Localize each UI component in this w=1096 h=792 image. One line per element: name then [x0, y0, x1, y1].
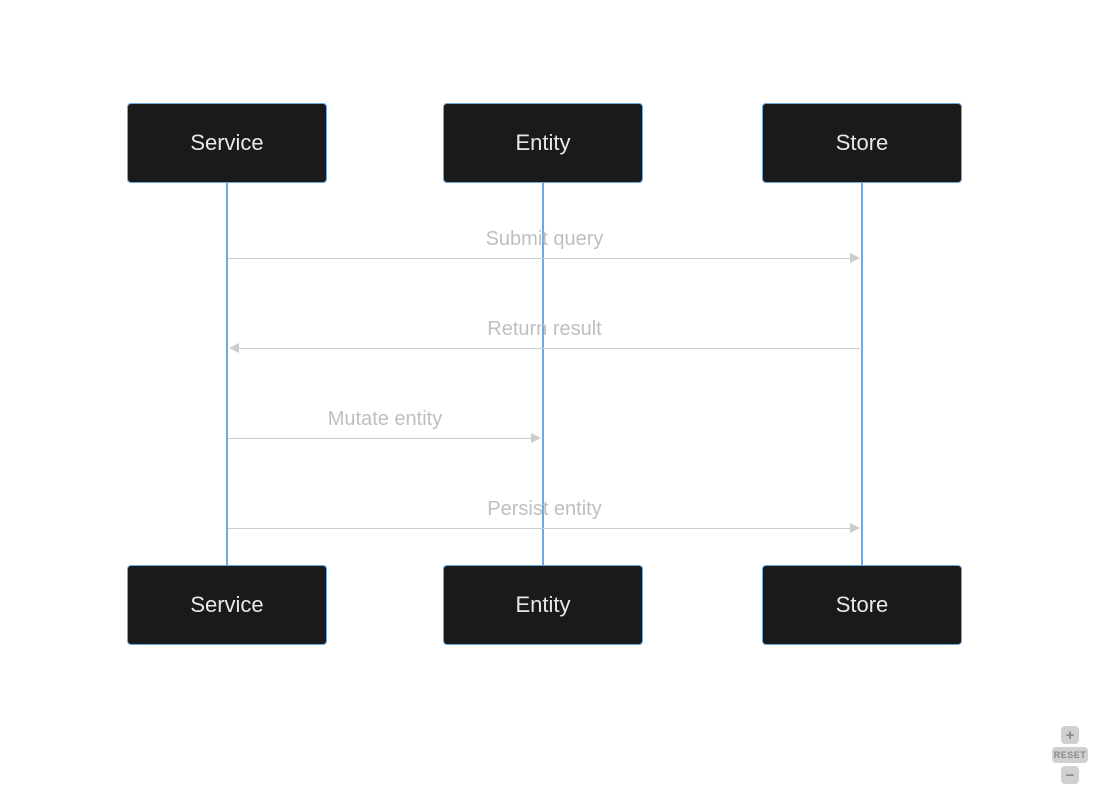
- message-label-mutate-entity: Mutate entity: [227, 408, 543, 431]
- actor-label: Entity: [515, 592, 570, 618]
- actor-box-entity-top: Entity: [443, 103, 643, 183]
- minus-icon: −: [1066, 768, 1075, 783]
- zoom-out-button[interactable]: −: [1061, 766, 1079, 784]
- message-arrow-submit-query: [228, 258, 852, 259]
- plus-icon: +: [1066, 728, 1075, 743]
- actor-box-entity-bottom: Entity: [443, 565, 643, 645]
- arrowhead-icon: [531, 433, 541, 443]
- actor-label: Store: [836, 592, 889, 618]
- reset-label: RESET: [1054, 750, 1087, 760]
- actor-label: Store: [836, 130, 889, 156]
- zoom-in-button[interactable]: +: [1061, 726, 1079, 744]
- sequence-diagram: Service Entity Store Submit query Return…: [0, 0, 1096, 792]
- message-label-submit-query: Submit query: [227, 228, 862, 251]
- message-label-return-result: Return result: [227, 318, 862, 341]
- actor-label: Service: [190, 130, 263, 156]
- actor-box-store-top: Store: [762, 103, 962, 183]
- message-label-persist-entity: Persist entity: [227, 498, 862, 521]
- actor-box-service-top: Service: [127, 103, 327, 183]
- actor-label: Service: [190, 592, 263, 618]
- arrowhead-icon: [229, 343, 239, 353]
- zoom-reset-button[interactable]: RESET: [1052, 747, 1088, 763]
- message-arrow-persist-entity: [228, 528, 852, 529]
- arrowhead-icon: [850, 523, 860, 533]
- message-arrow-mutate-entity: [228, 438, 533, 439]
- actor-label: Entity: [515, 130, 570, 156]
- zoom-controls: + RESET −: [1052, 726, 1088, 784]
- actor-box-store-bottom: Store: [762, 565, 962, 645]
- arrowhead-icon: [850, 253, 860, 263]
- message-arrow-return-result: [238, 348, 862, 349]
- actor-box-service-bottom: Service: [127, 565, 327, 645]
